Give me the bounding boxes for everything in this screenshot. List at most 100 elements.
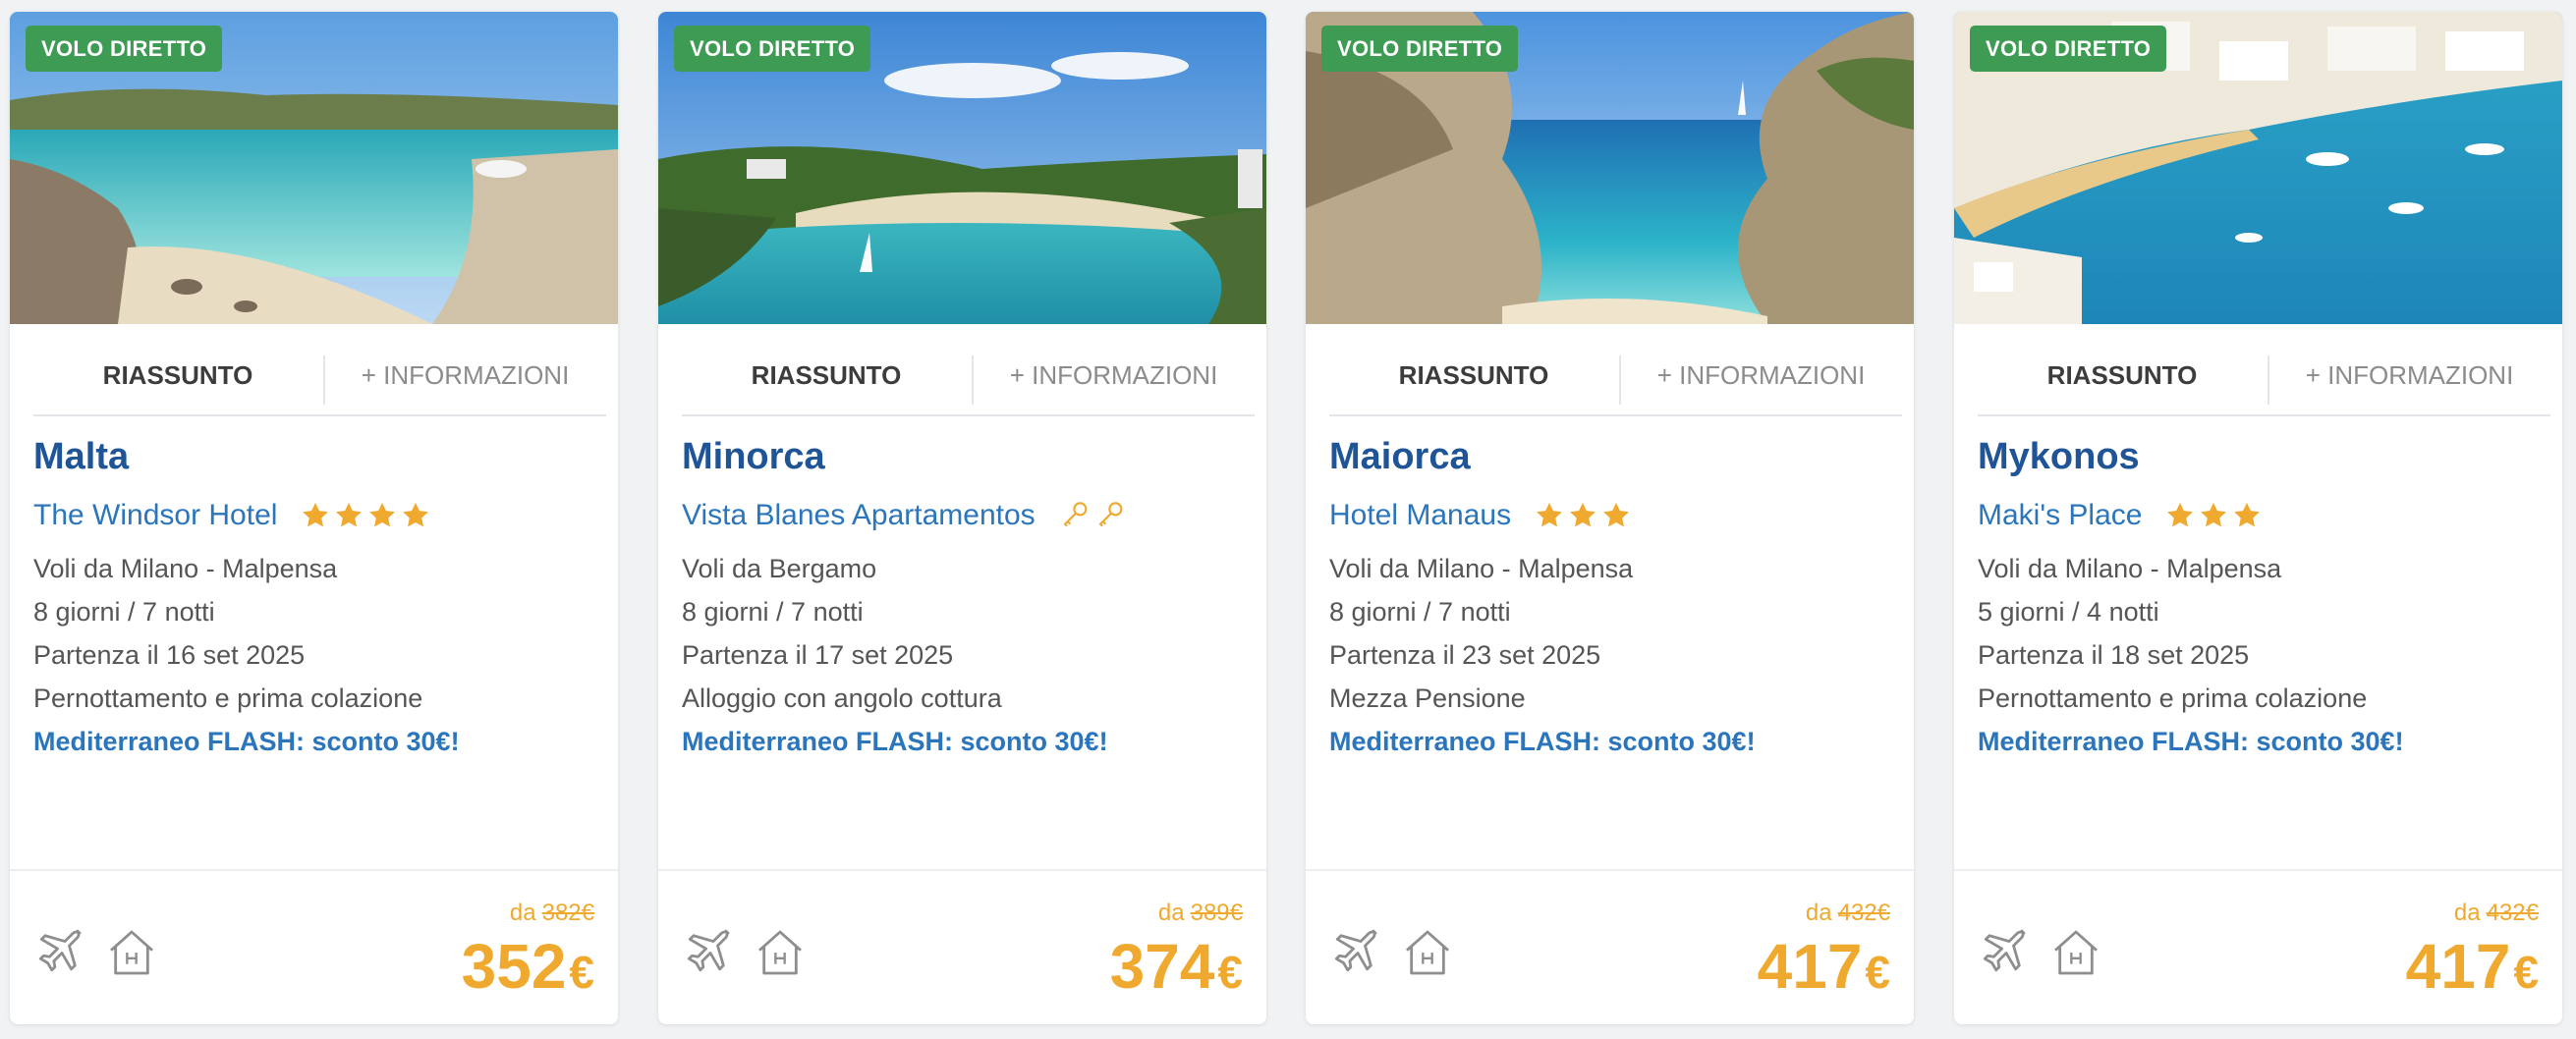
from-label: da — [2453, 900, 2481, 926]
tab-more-info[interactable]: + INFORMAZIONI — [324, 336, 606, 414]
card-tabs: RIASSUNTO + INFORMAZIONI — [1978, 336, 2550, 416]
board-basis: Mezza Pensione — [1329, 684, 1526, 713]
price-amount: 374 — [1109, 931, 1215, 1002]
departure-date: Partenza il 17 set 2025 — [682, 640, 954, 670]
star-rating — [301, 501, 434, 530]
trip-duration: 8 giorni / 7 notti — [682, 597, 864, 627]
tab-more-info[interactable]: + INFORMAZIONI — [1620, 336, 1902, 414]
current-price[interactable]: 417€ — [2406, 930, 2539, 1003]
star-icon — [336, 502, 363, 527]
destination-photo[interactable]: VOLO DIRETTO — [1306, 12, 1914, 324]
hotel-row: Vista Blanes Apartamentos — [682, 493, 1130, 538]
card-tabs: RIASSUNTO + INFORMAZIONI — [682, 336, 1255, 416]
board-basis: Pernottamento e prima colazione — [33, 684, 423, 713]
star-icon — [2234, 502, 2261, 527]
hotel-icon — [2048, 925, 2103, 985]
was-price: da 432€ — [1806, 900, 1890, 927]
star-icon — [2167, 502, 2194, 527]
board-basis: Pernottamento e prima colazione — [1978, 684, 2368, 713]
key-rating — [1059, 500, 1130, 531]
key-icon — [1063, 502, 1088, 527]
star-icon — [303, 502, 329, 527]
current-price[interactable]: 352€ — [462, 930, 594, 1003]
board-basis: Alloggio con angolo cottura — [682, 684, 1002, 713]
departure-date: Partenza il 18 set 2025 — [1978, 640, 2250, 670]
departure-airport: Voli da Bergamo — [682, 554, 877, 583]
departure-airport: Voli da Milano - Malpensa — [1978, 554, 2282, 583]
tab-more-info[interactable]: + INFORMAZIONI — [2268, 336, 2550, 414]
hotel-name-link[interactable]: Maki's Place — [1978, 499, 2142, 532]
price-currency: € — [569, 947, 594, 998]
departure-date: Partenza il 23 set 2025 — [1329, 640, 1601, 670]
old-price: 389€ — [1190, 900, 1243, 926]
tab-summary[interactable]: RIASSUNTO — [682, 336, 971, 414]
key-icon — [1098, 502, 1123, 527]
hotel-name-link[interactable]: The Windsor Hotel — [33, 499, 277, 532]
plane-icon — [31, 925, 86, 985]
card-tabs: RIASSUNTO + INFORMAZIONI — [1329, 336, 1902, 416]
star-icon — [403, 502, 429, 527]
was-price: da 389€ — [1158, 900, 1243, 927]
hotel-icon — [1400, 925, 1455, 985]
card-divider — [658, 869, 1266, 871]
departure-airport: Voli da Milano - Malpensa — [1329, 554, 1634, 583]
was-price: da 382€ — [510, 900, 594, 927]
price-amount: 352 — [461, 931, 567, 1002]
price-currency: € — [1865, 947, 1890, 998]
price-amount: 417 — [2405, 931, 2511, 1002]
plane-icon — [1976, 925, 2031, 985]
tab-summary[interactable]: RIASSUNTO — [1978, 336, 2267, 414]
tab-more-info[interactable]: + INFORMAZIONI — [973, 336, 1255, 414]
trip-duration: 5 giorni / 4 notti — [1978, 597, 2159, 627]
star-icon — [1537, 502, 1562, 527]
old-price: 382€ — [541, 900, 594, 926]
destination-title[interactable]: Minorca — [682, 436, 825, 478]
tab-summary[interactable]: RIASSUNTO — [33, 336, 322, 414]
price-currency: € — [2513, 947, 2539, 998]
departure-airport: Voli da Milano - Malpensa — [33, 554, 338, 583]
star-rating — [1535, 501, 1635, 530]
hotel-row: The Windsor Hotel — [33, 493, 434, 538]
hotel-icon — [104, 925, 159, 985]
price-currency: € — [1217, 947, 1243, 998]
destination-photo[interactable]: VOLO DIRETTO — [658, 12, 1266, 324]
card-tabs: RIASSUNTO + INFORMAZIONI — [33, 336, 606, 416]
offer-card-malta[interactable]: VOLO DIRETTO RIASSUNTO + INFORMAZIONI Ma… — [10, 12, 618, 1024]
offer-card-mykonos[interactable]: VOLO DIRETTO RIASSUNTO + INFORMAZIONI My… — [1954, 12, 2562, 1024]
current-price[interactable]: 374€ — [1110, 930, 1243, 1003]
current-price[interactable]: 417€ — [1758, 930, 1890, 1003]
trip-duration: 8 giorni / 7 notti — [33, 597, 215, 627]
promo-text: Mediterraneo FLASH: sconto 30€! — [33, 727, 460, 756]
offer-card-minorca[interactable]: VOLO DIRETTO RIASSUNTO + INFORMAZIONI Mi… — [658, 12, 1266, 1024]
hotel-icon — [753, 925, 808, 985]
promo-text: Mediterraneo FLASH: sconto 30€! — [1978, 727, 2404, 756]
promo-text: Mediterraneo FLASH: sconto 30€! — [1329, 727, 1756, 756]
destination-title[interactable]: Maiorca — [1329, 436, 1471, 478]
destination-title[interactable]: Malta — [33, 436, 129, 478]
hotel-name-link[interactable]: Vista Blanes Apartamentos — [682, 499, 1036, 532]
destination-photo[interactable]: VOLO DIRETTO — [10, 12, 618, 324]
from-label: da — [1805, 900, 1832, 926]
offer-cards-row: VOLO DIRETTO RIASSUNTO + INFORMAZIONI Ma… — [0, 0, 2576, 1039]
direct-flight-badge: VOLO DIRETTO — [1321, 26, 1519, 72]
price-amount: 417 — [1757, 931, 1863, 1002]
old-price: 432€ — [1837, 900, 1890, 926]
hotel-row: Maki's Place — [1978, 493, 2266, 538]
departure-date: Partenza il 16 set 2025 — [33, 640, 306, 670]
destination-title[interactable]: Mykonos — [1978, 436, 2140, 478]
tab-summary[interactable]: RIASSUNTO — [1329, 336, 1618, 414]
from-label: da — [509, 900, 536, 926]
star-icon — [1603, 502, 1629, 527]
card-divider — [1954, 869, 2562, 871]
destination-photo[interactable]: VOLO DIRETTO — [1954, 12, 2562, 324]
hotel-row: Hotel Manaus — [1329, 493, 1635, 538]
hotel-name-link[interactable]: Hotel Manaus — [1329, 499, 1511, 532]
card-divider — [1306, 869, 1914, 871]
star-icon — [2201, 502, 2227, 527]
offer-card-maiorca[interactable]: VOLO DIRETTO RIASSUNTO + INFORMAZIONI Ma… — [1306, 12, 1914, 1024]
star-rating — [2165, 501, 2266, 530]
direct-flight-badge: VOLO DIRETTO — [674, 26, 871, 72]
plane-icon — [1327, 925, 1382, 985]
direct-flight-badge: VOLO DIRETTO — [1970, 26, 2167, 72]
plane-icon — [680, 925, 735, 985]
